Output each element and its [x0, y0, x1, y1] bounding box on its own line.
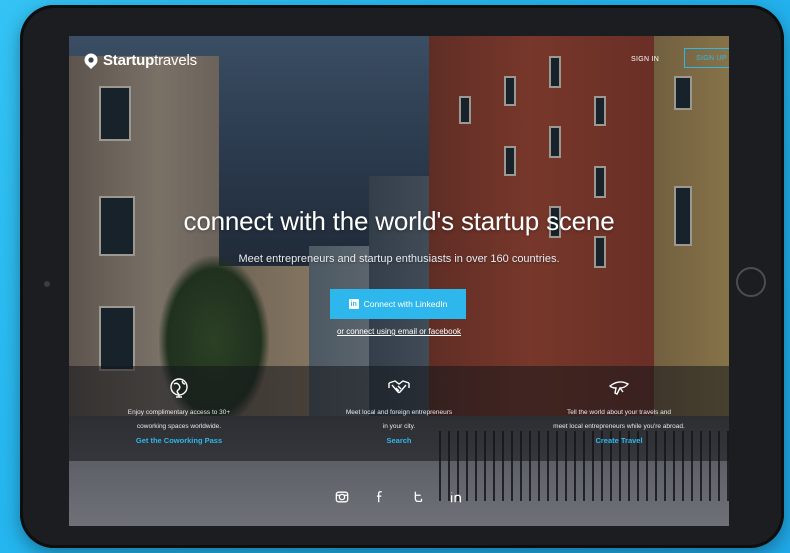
feature-text-line: Meet local and foreign entrepreneurs: [345, 409, 453, 416]
screen: Startuptravels SIGN IN SIGN UP connect w…: [69, 36, 729, 526]
create-travel-link[interactable]: Create Travel: [509, 436, 729, 445]
camera-dot: [44, 281, 50, 287]
get-coworking-pass-link[interactable]: Get the Coworking Pass: [69, 436, 289, 445]
logo[interactable]: Startuptravels: [83, 52, 197, 69]
hero-subtitle: Meet entrepreneurs and startup enthusias…: [238, 253, 560, 265]
home-button[interactable]: [736, 267, 766, 297]
tablet-frame: Startuptravels SIGN IN SIGN UP connect w…: [20, 5, 784, 548]
feature-create-travel: Tell the world about your travels and me…: [509, 366, 729, 461]
feature-text-line: in your city.: [382, 423, 416, 430]
logo-text-light: travels: [154, 52, 197, 69]
airplane-icon: [608, 381, 630, 395]
linkedin-icon: in: [348, 299, 359, 309]
connect-email-facebook-link[interactable]: or connect using email or facebook: [69, 327, 729, 336]
globe-icon: [170, 378, 188, 398]
hero-title: connect with the world's startup scene: [183, 206, 615, 236]
twitter-icon[interactable]: [410, 489, 426, 505]
sign-up-button[interactable]: SIGN UP: [684, 48, 729, 68]
social-links: [69, 489, 729, 505]
feature-text-line: coworking spaces worldwide.: [136, 423, 222, 430]
feature-coworking: Enjoy complimentary access to 30+ cowork…: [69, 366, 289, 461]
instagram-icon[interactable]: [334, 489, 350, 505]
connect-linkedin-label: Connect with LinkedIn: [363, 299, 448, 309]
map-pin-logo-icon: [84, 53, 98, 69]
feature-text-line: Tell the world about your travels and: [566, 409, 672, 416]
feature-text-line: Enjoy complimentary access to 30+: [127, 409, 231, 416]
feature-text-line: meet local entrepreneurs while you're ab…: [553, 423, 685, 430]
logo-text-bold: Startup: [103, 52, 155, 69]
features-band: Enjoy complimentary access to 30+ cowork…: [69, 366, 729, 461]
facebook-icon[interactable]: [372, 489, 388, 505]
handshake-icon: [388, 380, 410, 394]
linkedin-icon[interactable]: [448, 489, 464, 505]
search-link[interactable]: Search: [289, 436, 509, 445]
sign-in-link[interactable]: SIGN IN: [631, 56, 659, 63]
feature-search: Meet local and foreign entrepreneurs in …: [289, 366, 509, 461]
connect-linkedin-button[interactable]: in Connect with LinkedIn: [330, 289, 466, 319]
